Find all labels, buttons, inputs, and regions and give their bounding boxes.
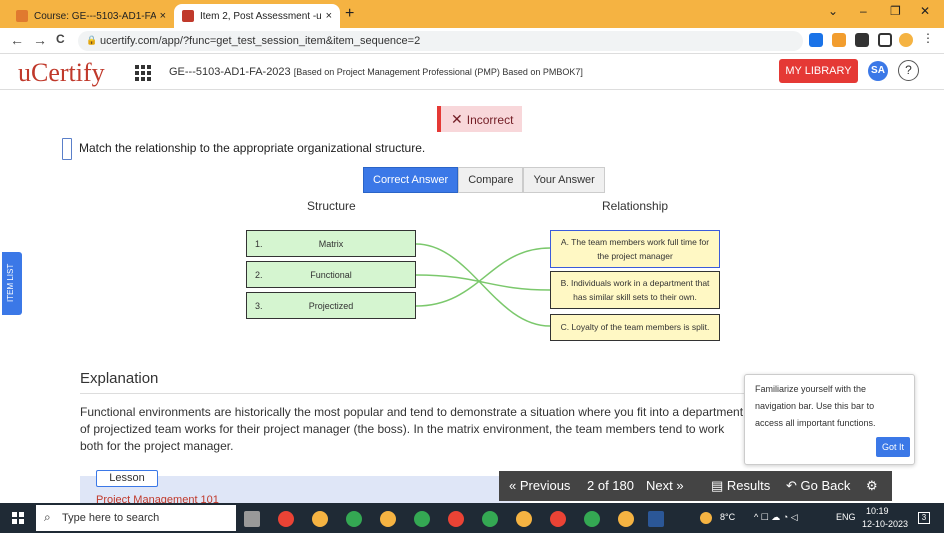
clock-date[interactable]: 12-10-2023 [862, 519, 908, 529]
lesson-button[interactable]: Lesson [96, 470, 158, 487]
item-list-label: ITEM LIST [6, 263, 15, 302]
settings-gear-icon[interactable]: ⚙ [866, 478, 878, 494]
chrome-icon[interactable] [448, 511, 464, 527]
chrome-icon[interactable] [278, 511, 294, 527]
structure-item[interactable]: 3. Projectized [246, 292, 416, 319]
search-placeholder: Type here to search [62, 512, 160, 524]
word-icon[interactable] [648, 511, 664, 527]
explanation-heading: Explanation [80, 370, 159, 387]
go-back-icon: ↶ [786, 478, 797, 493]
task-view-icon[interactable] [244, 511, 260, 527]
relationship-item[interactable]: C. Loyalty of the team members is split. [550, 314, 720, 341]
chrome-icon[interactable] [346, 511, 362, 527]
got-it-button[interactable]: Got It [876, 437, 910, 457]
windows-start-icon[interactable] [12, 512, 24, 524]
previous-button[interactable]: « Previous [509, 478, 570, 493]
relationship-item[interactable]: A. The team members work full time for t… [550, 230, 720, 268]
go-back-label: Go Back [800, 478, 851, 493]
taskbar-search[interactable]: ⌕ Type here to search [36, 505, 236, 531]
item-position: 2 of 180 [587, 478, 634, 493]
item-list-tab[interactable]: ITEM LIST [2, 252, 22, 315]
item-label: Functional [310, 270, 352, 280]
results-button[interactable]: ▤ Results [711, 478, 770, 494]
connector-projectized-a [415, 247, 551, 307]
language-indicator[interactable]: ENG [836, 512, 856, 522]
bottom-nav-bar: « Previous 2 of 180 Next » ▤ Results ↶ G… [499, 471, 892, 501]
connector-matrix-c [415, 243, 551, 327]
item-label: Matrix [318, 239, 344, 249]
structure-item[interactable]: 2. Functional [246, 261, 416, 288]
chrome-icon[interactable] [584, 511, 600, 527]
item-label: Projectized [308, 301, 354, 311]
results-icon: ▤ [711, 478, 724, 493]
search-icon: ⌕ [44, 510, 51, 524]
chrome-icon[interactable] [516, 511, 532, 527]
relationship-item[interactable]: B. Individuals work in a department that… [550, 271, 720, 309]
chrome-icon[interactable] [380, 511, 396, 527]
explanation-text: Functional environments are historically… [80, 405, 744, 453]
windows-taskbar: ⌕ Type here to search 8°C ^ ☐ ☁ ◔ ◁ ENG … [0, 503, 944, 533]
chrome-icon[interactable] [414, 511, 430, 527]
tooltip-text: Familiarize yourself with the navigation… [755, 384, 876, 428]
structure-item[interactable]: 1. Matrix [246, 230, 416, 257]
chrome-icon[interactable] [312, 511, 328, 527]
go-back-button[interactable]: ↶ Go Back [786, 478, 850, 494]
results-label: Results [726, 478, 771, 493]
chrome-icon[interactable] [550, 511, 566, 527]
next-button[interactable]: Next » [646, 478, 684, 493]
clock-time[interactable]: 10:19 [866, 506, 889, 516]
chrome-icon[interactable] [482, 511, 498, 527]
chrome-icon[interactable] [618, 511, 634, 527]
weather-icon[interactable] [700, 512, 712, 524]
notification-icon[interactable]: 3 [918, 512, 930, 524]
temperature: 8°C [720, 512, 736, 522]
tray-icons[interactable]: ^ ☐ ☁ ◔ ◁ [754, 512, 798, 523]
